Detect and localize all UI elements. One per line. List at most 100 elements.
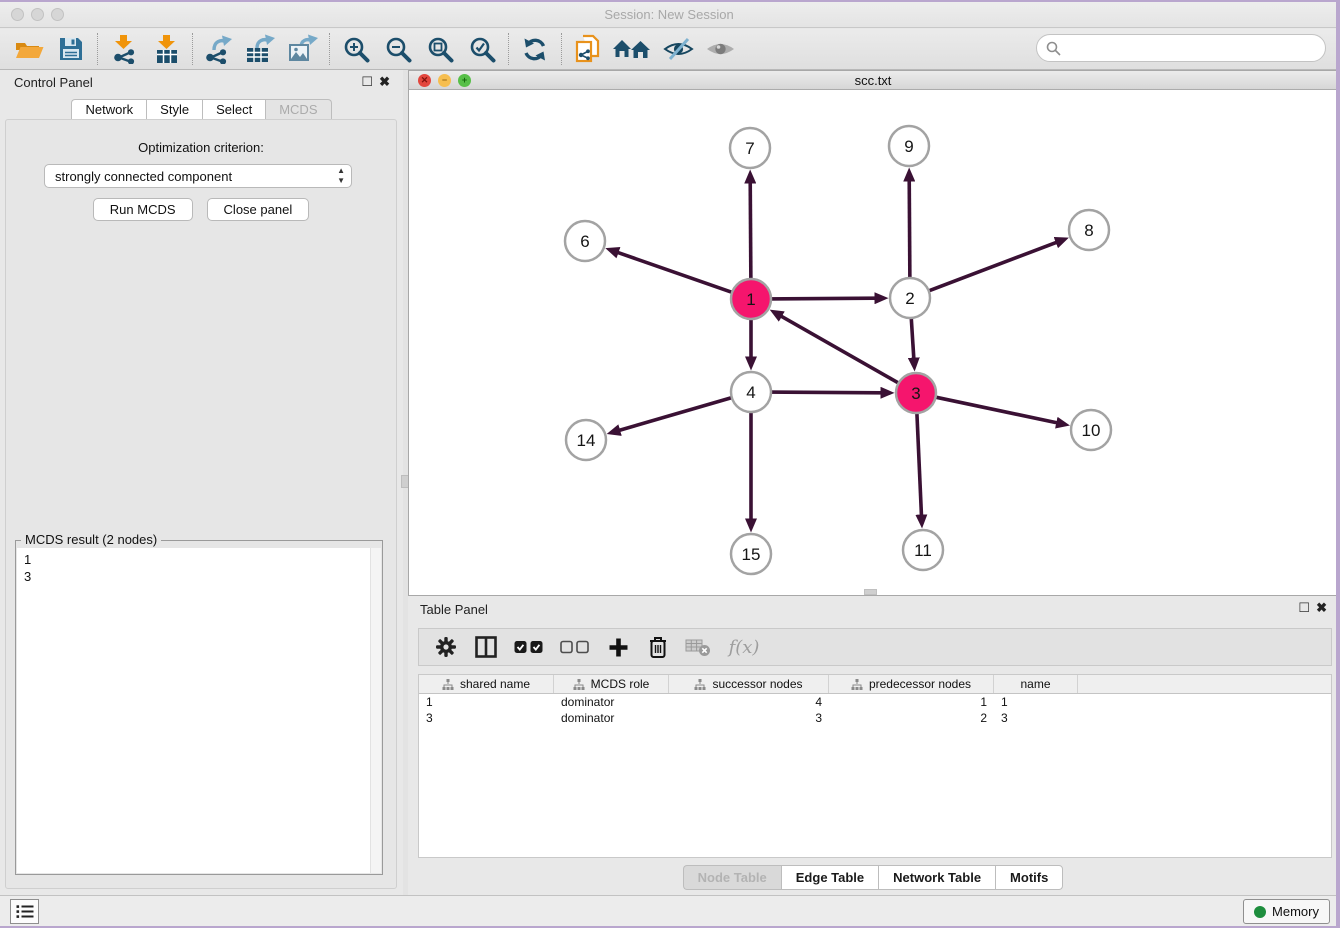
tab-select[interactable]: Select [202,99,265,120]
edge-3-11[interactable] [917,409,922,515]
show-all-button[interactable] [699,31,741,67]
tab-style[interactable]: Style [146,99,202,120]
split-columns-icon [475,636,497,658]
table-cell[interactable]: 1 [829,694,994,710]
network-minimize-icon[interactable]: − [438,74,451,87]
eye-slash-icon [663,37,694,61]
search-input[interactable] [1066,41,1325,56]
node-11[interactable]: 11 [903,530,943,570]
column-header-name[interactable]: name [994,675,1078,693]
table-cell[interactable]: 3 [994,710,1078,726]
checked-checkboxes-icon [514,640,544,654]
delete-column-button[interactable] [643,632,673,662]
node-3[interactable]: 3 [896,373,936,413]
table-cell[interactable]: 2 [829,710,994,726]
column-header-MCDS-role[interactable]: MCDS role [554,675,669,693]
table-cell[interactable]: dominator [554,710,669,726]
node-8[interactable]: 8 [1069,210,1109,250]
table-cell[interactable]: 1 [419,694,554,710]
column-header-predecessor-nodes[interactable]: predecessor nodes [829,675,994,693]
export-image-button[interactable] [282,31,324,67]
node-4[interactable]: 4 [731,372,771,412]
node-table[interactable]: shared nameMCDS rolesuccessor nodesprede… [418,674,1332,858]
tab-network[interactable]: Network [71,99,146,120]
edge-3-1[interactable] [781,316,902,385]
close-window-icon[interactable] [11,8,24,21]
table-cell[interactable]: 3 [419,710,554,726]
import-table-button[interactable] [145,31,187,67]
network-canvas[interactable]: 7 9 6 8 1 2 4 3 14 10 15 11 [409,90,1337,595]
node-1[interactable]: 1 [731,279,771,319]
export-table-button[interactable] [240,31,282,67]
close-panel-button[interactable]: Close panel [207,198,310,221]
edge-2-9[interactable] [909,181,910,282]
edge-2-8[interactable] [925,242,1056,292]
zoom-fit-button[interactable] [419,31,461,67]
node-9[interactable]: 9 [889,126,929,166]
edge-3-10[interactable] [932,396,1057,422]
search-field[interactable] [1036,34,1326,62]
select-all-columns-button[interactable] [511,632,547,662]
network-maximize-icon[interactable]: + [458,74,471,87]
table-row[interactable]: 1dominator411 [419,694,1331,710]
close-table-panel-icon[interactable]: ✖ [1316,600,1327,616]
tab-motifs[interactable]: Motifs [995,865,1063,890]
toolbar-separator [329,33,330,65]
tab-network-table[interactable]: Network Table [878,865,995,890]
node-6[interactable]: 6 [565,221,605,261]
table-cell[interactable]: 1 [994,694,1078,710]
refresh-layout-button[interactable] [514,31,556,67]
delete-table-button[interactable] [683,632,713,662]
table-cell[interactable]: 3 [669,710,829,726]
minimize-window-icon[interactable] [31,8,44,21]
float-panel-icon[interactable]: ☐ [361,74,373,90]
zoom-out-button[interactable] [377,31,419,67]
tab-node-table[interactable]: Node Table [683,865,781,890]
mcds-result-list[interactable]: 13 [17,548,381,873]
open-session-button[interactable] [8,31,50,67]
table-settings-button[interactable] [431,632,461,662]
table-row[interactable]: 3dominator323 [419,710,1331,726]
optimization-criterion-dropdown[interactable]: strongly connected component ▲▼ [44,164,352,188]
svg-text:4: 4 [746,383,755,402]
table-cell[interactable]: dominator [554,694,669,710]
show-column-panel-button[interactable] [471,632,501,662]
run-mcds-button[interactable]: Run MCDS [93,198,193,221]
edge-4-3[interactable] [767,392,881,393]
float-table-panel-icon[interactable]: ☐ [1298,600,1310,616]
deselect-all-columns-button[interactable] [557,632,593,662]
zoom-selected-button[interactable] [461,31,503,67]
node-7[interactable]: 7 [730,128,770,168]
import-network-button[interactable] [103,31,145,67]
tab-mcds[interactable]: MCDS [265,99,331,120]
save-session-button[interactable] [50,31,92,67]
node-2[interactable]: 2 [890,278,930,318]
memory-button[interactable]: Memory [1243,899,1330,924]
network-close-icon[interactable]: ✕ [418,74,431,87]
table-cell[interactable]: 4 [669,694,829,710]
mcds-result-title: MCDS result (2 nodes) [21,532,161,547]
node-14[interactable]: 14 [566,420,606,460]
export-network-button[interactable] [198,31,240,67]
function-builder-button[interactable]: f(x) [723,632,765,662]
hide-selected-button[interactable] [657,31,699,67]
column-header-successor-nodes[interactable]: successor nodes [669,675,829,693]
maximize-window-icon[interactable] [51,8,64,21]
close-panel-icon[interactable]: ✖ [379,74,390,90]
horizontal-splitter-grip[interactable] [864,589,877,595]
edge-4-14[interactable] [620,396,736,430]
create-column-button[interactable] [603,632,633,662]
edge-2-3[interactable] [911,314,914,358]
tab-edge-table[interactable]: Edge Table [781,865,878,890]
edge-1-7[interactable] [750,183,751,283]
column-header-shared-name[interactable]: shared name [419,675,554,693]
task-history-button[interactable] [10,899,39,924]
zoom-in-button[interactable] [335,31,377,67]
node-15[interactable]: 15 [731,534,771,574]
edge-1-6[interactable] [618,253,736,294]
first-neighbors-button[interactable] [609,31,657,67]
edge-1-2[interactable] [767,298,875,299]
clone-network-button[interactable] [567,31,609,67]
result-scrollbar[interactable] [370,548,381,873]
node-10[interactable]: 10 [1071,410,1111,450]
